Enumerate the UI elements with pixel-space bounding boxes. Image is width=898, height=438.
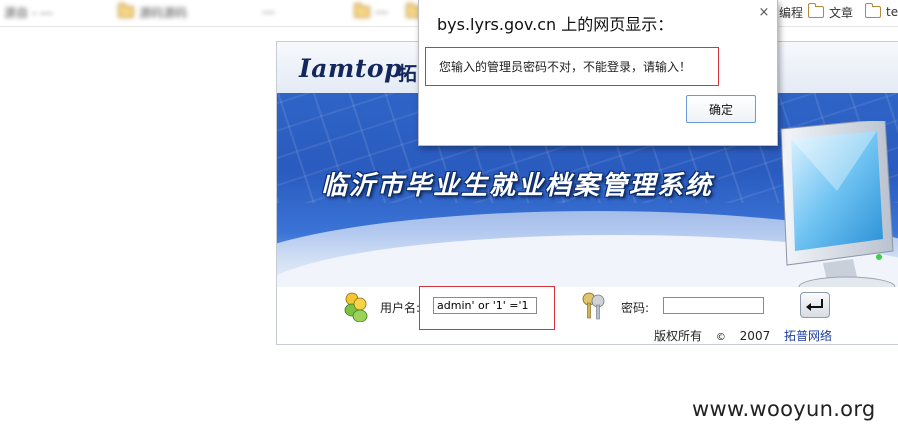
bookmark-item[interactable]: 编程	[779, 4, 803, 20]
bookmark-item[interactable]: ---	[354, 3, 388, 20]
copyright-line: 版权所有 © 2007 拓普网络	[654, 327, 832, 344]
copyright-text: 版权所有	[654, 329, 703, 343]
folder-icon	[118, 3, 134, 18]
company-logo: Iamtop	[299, 54, 403, 83]
bookmark-label: ---	[375, 5, 388, 19]
bookmark-label: 源自 - ---	[4, 5, 53, 20]
bookmark-item[interactable]: 源码源码	[118, 3, 188, 20]
bookmark-label: 编程	[779, 5, 804, 20]
copyright-year: 2007	[739, 329, 771, 343]
bookmark-label: te	[886, 5, 898, 19]
bookmark-item[interactable]: 源自 - ---	[4, 4, 53, 20]
copyright-symbol: ©	[715, 332, 726, 343]
keys-icon	[582, 292, 605, 320]
folder-icon	[865, 3, 881, 18]
bookmark-label: ---	[262, 5, 275, 19]
username-label: 用户名:	[380, 301, 421, 315]
bookmark-item[interactable]: ---	[262, 4, 275, 20]
close-icon[interactable]: ×	[757, 6, 771, 20]
password-input[interactable]	[663, 297, 764, 314]
dialog-message: 您输入的管理员密码不对，不能登录，请输入！	[439, 60, 692, 74]
folder-icon	[808, 3, 824, 18]
alert-dialog: bys.lyrs.gov.cn 上的网页显示： × 您输入的管理员密码不对，不能…	[418, 0, 778, 146]
enter-arrow-icon	[806, 299, 823, 311]
company-link[interactable]: 拓普网络	[784, 329, 832, 343]
company-logo-cn: 拓	[398, 63, 418, 85]
monitor-icon	[780, 121, 896, 287]
users-icon	[344, 292, 368, 322]
folder-icon	[354, 3, 370, 18]
bookmark-label: 文章	[829, 5, 854, 20]
system-title: 临沂市毕业生就业档案管理系统	[321, 171, 714, 201]
bookmark-label: 源码源码	[139, 5, 188, 20]
ok-button[interactable]: 确定	[686, 95, 756, 123]
dialog-title: bys.lyrs.gov.cn 上的网页显示：	[437, 15, 674, 34]
login-form: 用户名: 密码: 版权所有 © 2007 拓普网络	[277, 286, 898, 344]
bookmark-folder[interactable]: te	[865, 3, 898, 20]
password-label: 密码:	[621, 301, 650, 315]
bookmark-folder[interactable]: 文章	[808, 3, 854, 20]
watermark: www.wooyun.org	[692, 397, 876, 421]
login-submit-button[interactable]	[800, 292, 830, 318]
username-input[interactable]	[433, 297, 537, 314]
